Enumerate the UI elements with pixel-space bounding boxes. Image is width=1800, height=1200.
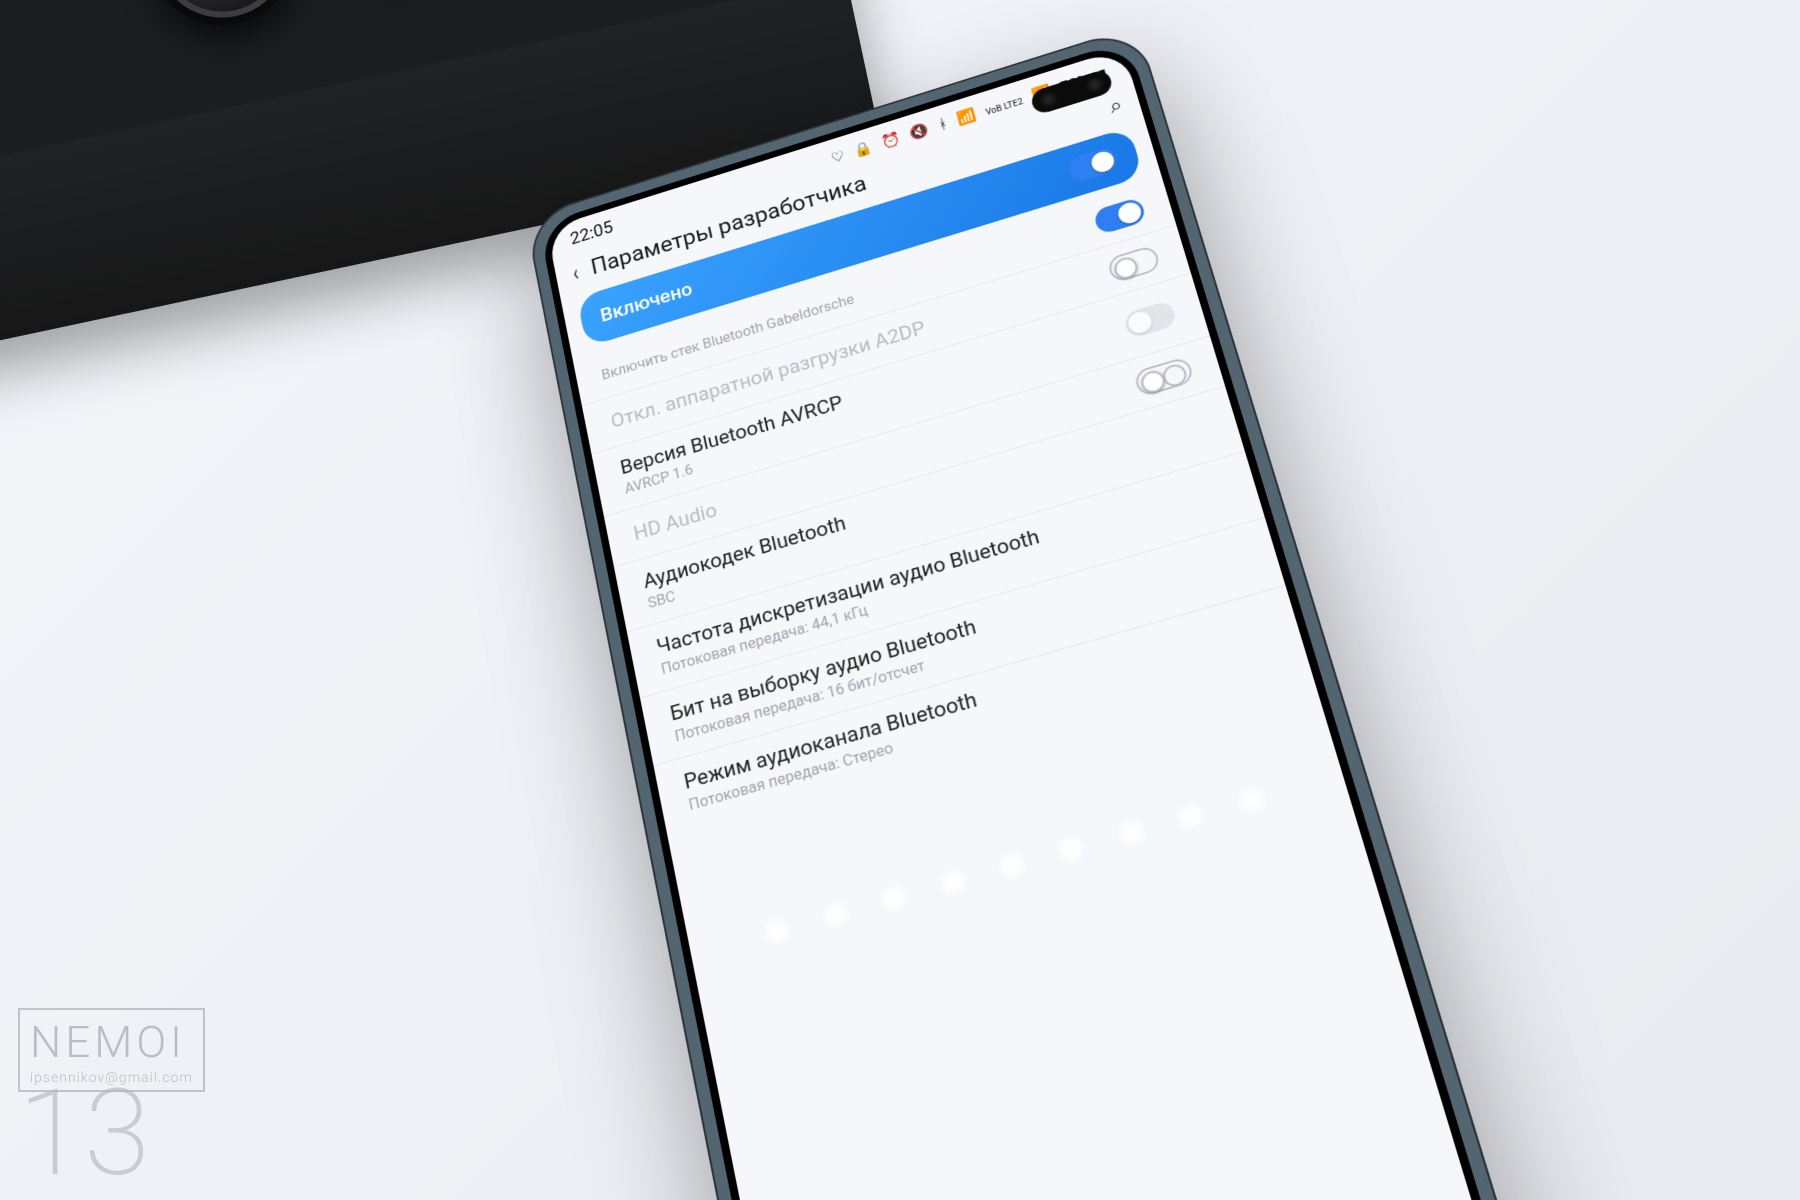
phone-screen: 22:05 ♡ 🔒 ⏰ 🔇 ᚼ 📶 VoB LTE2 📶 78% ▮ xyxy=(547,48,1499,1200)
watermark-number: 13 xyxy=(18,1086,205,1182)
watermark-brand: NEMOI xyxy=(18,1008,205,1068)
wifi-icon: 📶 xyxy=(955,107,978,128)
toggle-switch[interactable] xyxy=(1133,356,1195,398)
bluetooth-icon: ᚼ xyxy=(936,115,949,133)
amp-knob xyxy=(133,0,311,40)
master-toggle-label: Включено xyxy=(599,279,694,327)
photographer-watermark: NEMOI ipsennikov@gmail.com 13 xyxy=(18,1008,205,1182)
alarm-icon: ⏰ xyxy=(880,130,903,151)
toggle-switch[interactable] xyxy=(1106,244,1161,283)
toggle-switch[interactable] xyxy=(1122,300,1178,340)
toggle-switch[interactable] xyxy=(1066,146,1120,184)
toggle-switch[interactable] xyxy=(1092,197,1147,236)
heart-icon: ♡ xyxy=(829,148,846,168)
smartphone: 22:05 ♡ 🔒 ⏰ 🔇 ᚼ 📶 VoB LTE2 📶 78% ▮ xyxy=(525,25,1540,1200)
back-button[interactable]: ‹ xyxy=(570,259,580,286)
amp-brand-label: AIYIMA® D01 RCA USB/BT OPT/COA Signal xyxy=(0,199,138,279)
amp-usb-port xyxy=(0,295,17,340)
mute-icon: 🔇 xyxy=(908,121,931,142)
lock-icon: 🔒 xyxy=(852,139,874,160)
search-icon[interactable]: ⌕ xyxy=(1106,92,1125,118)
